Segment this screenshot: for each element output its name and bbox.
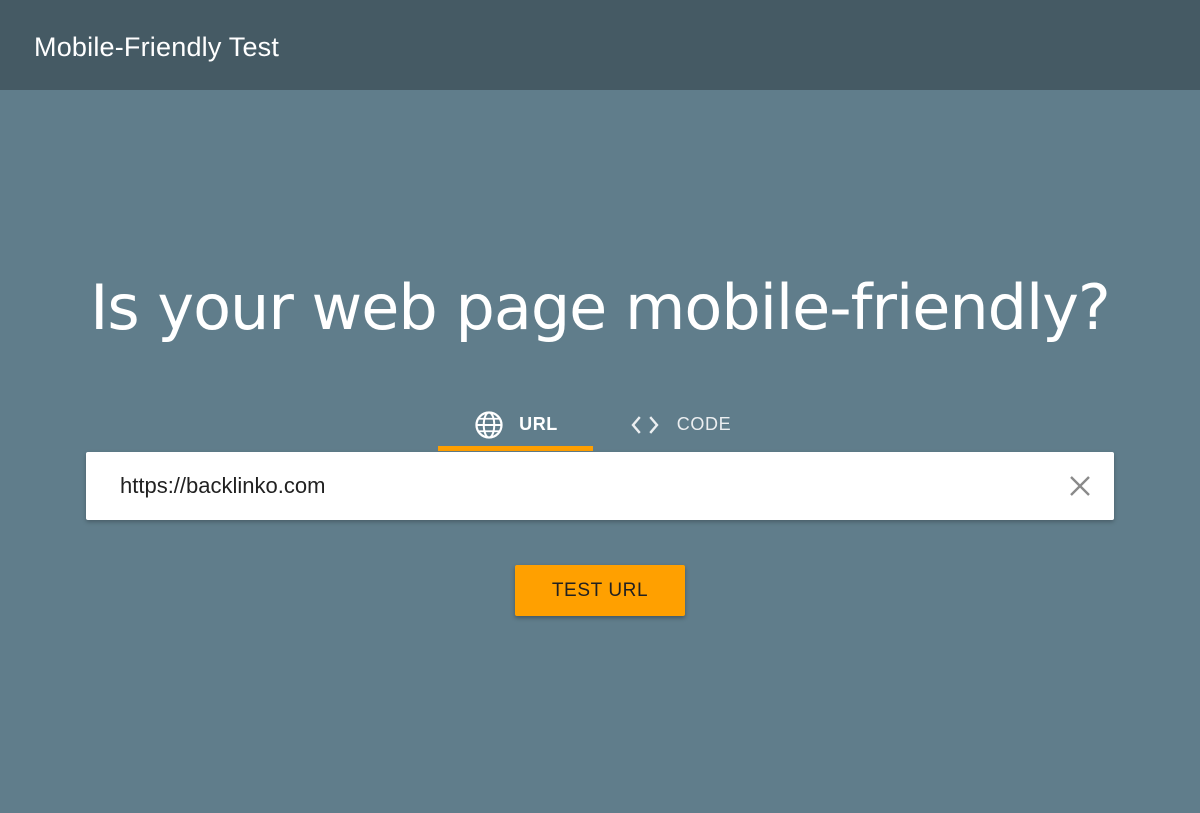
test-url-button[interactable]: TEST URL [515,565,685,616]
tab-code[interactable]: CODE [610,398,750,451]
close-icon[interactable] [1066,472,1094,500]
app-title: Mobile-Friendly Test [34,32,280,62]
url-input-container [86,452,1114,520]
tab-code-label: CODE [676,414,732,434]
tab-selected-indicator [438,446,593,451]
page-headline: Is your web page mobile-friendly? [90,271,1111,344]
url-input[interactable] [120,452,1020,520]
top-app-bar: Mobile-Friendly Test [0,0,1200,90]
tab-url-label: URL [519,414,558,434]
code-icon [629,409,661,441]
globe-icon [473,409,505,441]
tab-url[interactable]: URL [438,398,593,451]
